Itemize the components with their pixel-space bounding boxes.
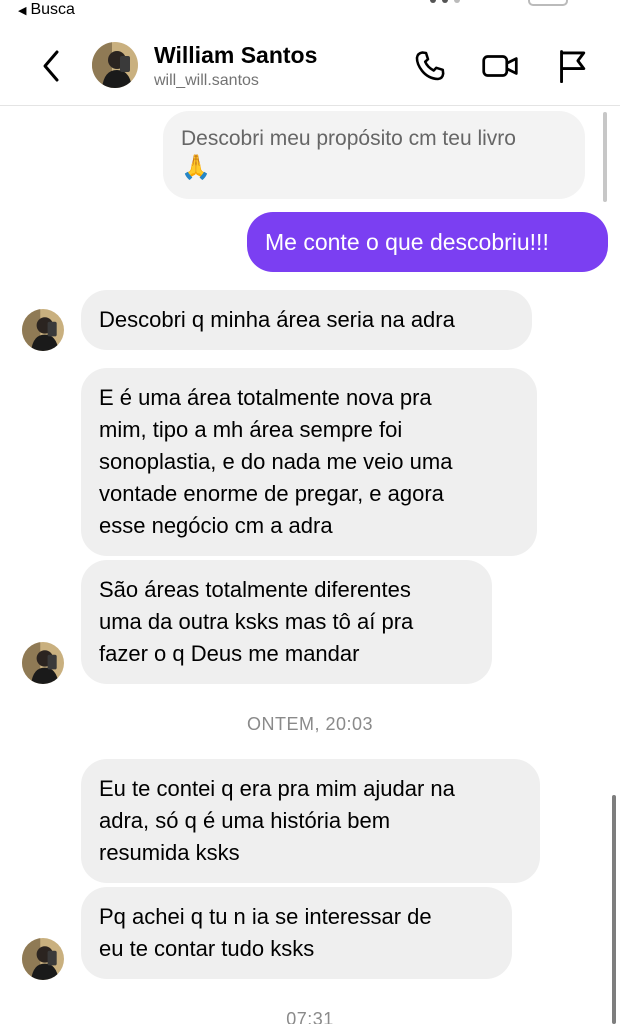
incoming-message[interactable]: São áreas totalmente diferentes uma da o… xyxy=(81,560,492,684)
contact-name[interactable]: William Santos xyxy=(154,42,317,69)
message-thread[interactable]: Descobri meu propósito cm teu livro 🙏 Me… xyxy=(0,107,620,1024)
message-line: Eu te contei q era pra mim ajudar na xyxy=(99,776,455,801)
message-line: Pq achei q tu n ia se interessar de xyxy=(99,904,432,929)
video-call-button[interactable] xyxy=(480,46,520,86)
sender-avatar[interactable] xyxy=(22,309,64,351)
audio-call-button[interactable] xyxy=(410,46,450,86)
dm-conversation-screen: ◀ Busca William Santos will_will.santos xyxy=(0,0,620,1024)
signal-icon xyxy=(430,0,460,3)
message-line: eu te contar tudo ksks xyxy=(99,936,315,961)
avatar-photo xyxy=(22,938,64,980)
contact-handle: will_will.santos xyxy=(154,72,259,89)
sender-avatar[interactable] xyxy=(22,642,64,684)
message-line: São áreas totalmente diferentes xyxy=(99,577,411,602)
timestamp-separator: ONTEM, 20:03 xyxy=(246,714,374,734)
avatar-photo xyxy=(22,642,64,684)
message-text: Descobri q minha área seria na adra xyxy=(99,307,455,332)
back-to-app-link[interactable]: ◀ Busca xyxy=(18,1,75,19)
quoted-message[interactable]: Descobri meu propósito cm teu livro 🙏 xyxy=(163,111,585,199)
message-line: esse negócio cm a adra xyxy=(99,513,333,538)
message-text: Me conte o que descobriu!!! xyxy=(265,229,549,255)
back-chevron-icon xyxy=(43,50,59,82)
message-line: mim, tipo a mh área sempre foi xyxy=(99,417,403,442)
praying-hands-emoji: 🙏 xyxy=(181,154,211,181)
message-line: vontade enorme de pregar, e agora xyxy=(99,481,444,506)
message-line: sonoplastia, e do nada me veio uma xyxy=(99,449,453,474)
incoming-message[interactable]: Eu te contei q era pra mim ajudar na adr… xyxy=(81,759,540,883)
status-bar: ◀ Busca xyxy=(0,0,620,24)
contact-avatar[interactable] xyxy=(92,42,138,88)
message-line: uma da outra ksks mas tô aí pra xyxy=(99,609,414,634)
back-app-label: Busca xyxy=(30,1,75,18)
scrollbar[interactable] xyxy=(612,795,616,1024)
incoming-message[interactable]: E é uma área totalmente nova pra mim, ti… xyxy=(81,368,537,556)
back-button[interactable] xyxy=(36,46,66,86)
back-triangle-icon: ◀ xyxy=(18,4,27,17)
conversation-header: William Santos will_will.santos xyxy=(0,24,620,106)
message-line: E é uma área totalmente nova pra xyxy=(99,385,432,410)
outgoing-message[interactable]: Me conte o que descobriu!!! xyxy=(247,212,608,272)
scroll-indicator xyxy=(603,112,607,202)
timestamp-separator: 07:31 xyxy=(286,1009,334,1024)
phone-icon xyxy=(415,51,445,81)
quoted-message-text: Descobri meu propósito cm teu livro xyxy=(181,127,516,150)
message-line: fazer o q Deus me mandar xyxy=(99,641,360,666)
battery-icon xyxy=(528,0,568,6)
message-line: adra, só q é uma história bem xyxy=(99,808,391,833)
flag-icon xyxy=(560,50,586,83)
avatar-photo xyxy=(22,309,64,351)
incoming-message[interactable]: Descobri q minha área seria na adra xyxy=(81,290,532,350)
video-camera-icon xyxy=(482,55,518,77)
report-button[interactable] xyxy=(552,46,592,86)
avatar-photo xyxy=(92,42,138,88)
sender-avatar[interactable] xyxy=(22,938,64,980)
incoming-message[interactable]: Pq achei q tu n ia se interessar de eu t… xyxy=(81,887,512,979)
message-line: resumida ksks xyxy=(99,840,240,865)
